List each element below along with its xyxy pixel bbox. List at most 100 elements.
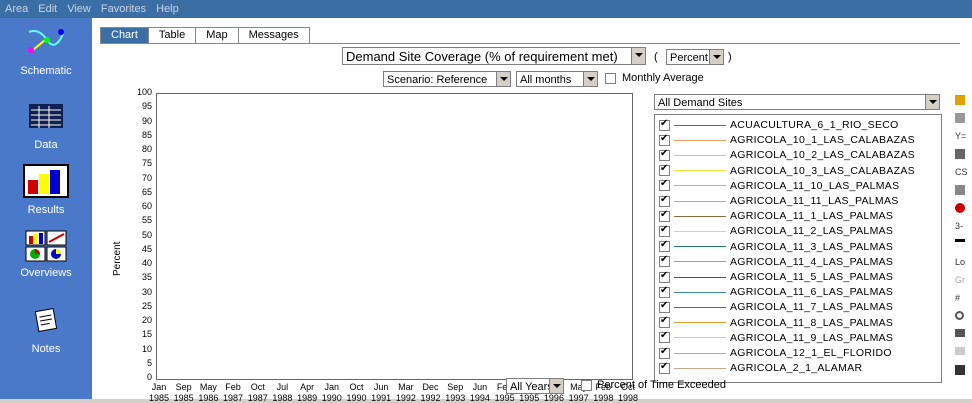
legend-item[interactable]: AGRICOLA_10_1_LAS_CALABAZAS <box>659 133 939 147</box>
monthly-average-label: Monthly Average <box>622 72 704 84</box>
tab-divider <box>100 43 960 44</box>
overviews-icon <box>25 230 67 262</box>
print-icon[interactable] <box>955 329 965 337</box>
legend-item[interactable]: AGRICOLA_11_1_LAS_PALMAS <box>659 209 939 223</box>
series-name: AGRICOLA_11_3_LAS_PALMAS <box>730 240 894 253</box>
favorites-icon[interactable] <box>955 347 965 355</box>
series-checkbox[interactable] <box>659 346 670 359</box>
months-select[interactable]: All months <box>516 71 598 87</box>
series-name: AGRICOLA_12_1_EL_FLORIDO <box>730 347 892 359</box>
series-checkbox[interactable] <box>659 148 670 161</box>
legend-item[interactable]: AGRICOLA_11_8_LAS_PALMAS <box>659 315 939 330</box>
menu-help[interactable]: Help <box>151 0 184 15</box>
grid-tool[interactable]: Gr <box>955 275 971 285</box>
csv-tool[interactable]: CS <box>955 167 971 177</box>
series-name: AGRICOLA_11_4_LAS_PALMAS <box>730 255 894 268</box>
x-tick-month: Jun <box>373 382 389 392</box>
menu-favorites[interactable]: Favorites <box>96 0 151 15</box>
legend-item[interactable]: AGRICOLA_11_7_LAS_PALMAS <box>659 300 939 314</box>
chart-toolbar: Y= CS 3- Lo Gr # <box>950 93 972 399</box>
legend-item[interactable]: AGRICOLA_10_3_LAS_CALABAZAS <box>659 163 939 178</box>
nav-label-results: Results <box>27 204 65 216</box>
pie-icon[interactable] <box>955 203 965 213</box>
legend-item[interactable]: AGRICOLA_11_6_LAS_PALMAS <box>659 285 939 299</box>
y-equals-tool[interactable]: Y= <box>955 131 971 141</box>
line-style-icon[interactable] <box>955 239 965 242</box>
log-tool[interactable]: Lo <box>955 257 971 267</box>
percent-exceeded-checkbox[interactable] <box>581 380 592 391</box>
menu-area[interactable]: Area <box>0 0 33 15</box>
series-checkbox[interactable] <box>659 285 670 298</box>
nav-label-schematic: Schematic <box>20 65 72 77</box>
series-swatch <box>674 154 726 156</box>
nav-notes[interactable]: Notes <box>0 306 92 355</box>
y-tick-label: 30 <box>141 286 152 297</box>
legend-item[interactable]: AGRICOLA_2_1_ALAMAR <box>659 361 939 375</box>
unit-dropdown-button[interactable] <box>709 50 723 64</box>
tab-chart[interactable]: Chart <box>100 27 149 43</box>
stack-icon[interactable] <box>955 149 965 159</box>
series-checkbox[interactable] <box>659 194 670 207</box>
years-select[interactable]: All Years <box>506 378 564 394</box>
legend-item[interactable]: AGRICOLA_10_2_LAS_CALABAZAS <box>659 148 939 162</box>
series-checkbox[interactable] <box>659 300 670 313</box>
series-checkbox[interactable] <box>659 361 670 374</box>
months-dropdown-button[interactable] <box>583 72 597 86</box>
demand-site-filter-dropdown-button[interactable] <box>925 95 939 109</box>
notes-icon <box>34 308 58 332</box>
legend-item[interactable]: AGRICOLA_11_4_LAS_PALMAS <box>659 254 939 269</box>
zoom-icon[interactable] <box>955 311 964 320</box>
tab-table[interactable]: Table <box>147 27 197 43</box>
palette-icon[interactable] <box>955 95 965 105</box>
y-tick-label: 25 <box>141 300 152 311</box>
legend-item[interactable]: AGRICOLA_12_1_EL_FLORIDO <box>659 346 939 360</box>
legend-item[interactable]: AGRICOLA_11_10_LAS_PALMAS <box>659 178 939 193</box>
menu-edit[interactable]: Edit <box>33 0 62 15</box>
series-checkbox[interactable] <box>659 315 670 329</box>
copy-icon[interactable] <box>955 185 965 195</box>
x-tick-month: Oct <box>250 382 265 392</box>
series-checkbox[interactable] <box>659 270 670 283</box>
legend-item[interactable]: AGRICOLA_11_5_LAS_PALMAS <box>659 270 939 284</box>
series-checkbox[interactable] <box>659 330 670 344</box>
series-checkbox[interactable] <box>659 118 670 131</box>
scenario-dropdown-button[interactable] <box>496 72 510 86</box>
menu-view[interactable]: View <box>62 0 96 15</box>
y-tick-label: 70 <box>141 172 152 183</box>
legend-item[interactable]: AGRICOLA_11_9_LAS_PALMAS <box>659 330 939 345</box>
legend-item[interactable]: AGRICOLA_11_2_LAS_PALMAS <box>659 224 939 238</box>
demand-site-filter-select[interactable]: All Demand Sites <box>654 94 940 110</box>
series-checkbox[interactable] <box>659 239 670 253</box>
series-name: ACUACULTURA_6_1_RIO_SECO <box>730 119 899 131</box>
series-checkbox[interactable] <box>659 224 670 237</box>
series-checkbox[interactable] <box>659 254 670 268</box>
scenario-select[interactable]: Scenario: Reference <box>383 71 511 87</box>
nav-overviews[interactable]: Overviews <box>0 230 92 279</box>
years-dropdown-button[interactable] <box>549 379 563 393</box>
three-d-tool[interactable]: 3- <box>955 221 971 231</box>
nav-schematic[interactable]: Schematic <box>0 26 92 77</box>
number-format-tool[interactable]: # <box>955 293 971 303</box>
x-tick-year: 1988 <box>272 393 293 403</box>
series-checkbox[interactable] <box>659 209 670 222</box>
legend-item[interactable]: AGRICOLA_11_11_LAS_PALMAS <box>659 194 939 208</box>
variable-dropdown-button[interactable] <box>631 48 645 64</box>
variable-select[interactable]: Demand Site Coverage (% of requirement m… <box>342 47 646 65</box>
series-checkbox[interactable] <box>659 178 670 192</box>
monthly-average-checkbox[interactable] <box>605 73 616 84</box>
chart-type-icon[interactable] <box>955 113 965 123</box>
unit-select[interactable]: Percent <box>666 49 724 65</box>
legend-item[interactable]: ACUACULTURA_6_1_RIO_SECO <box>659 118 939 132</box>
series-checkbox[interactable] <box>659 133 670 146</box>
legend-item[interactable]: AGRICOLA_11_3_LAS_PALMAS <box>659 239 939 254</box>
series-checkbox[interactable] <box>659 163 670 177</box>
y-axis-title-wrap: Percent <box>112 236 123 276</box>
tab-messages[interactable]: Messages <box>237 27 310 43</box>
nav-results[interactable]: Results <box>0 164 92 216</box>
tab-map[interactable]: Map <box>195 27 239 43</box>
nav-data[interactable]: Data <box>0 102 92 151</box>
series-name: AGRICOLA_11_7_LAS_PALMAS <box>730 301 894 314</box>
y-axis-title: Percent <box>112 241 123 276</box>
scenario-select-value: Scenario: Reference <box>387 74 488 86</box>
save-icon[interactable] <box>955 365 965 375</box>
